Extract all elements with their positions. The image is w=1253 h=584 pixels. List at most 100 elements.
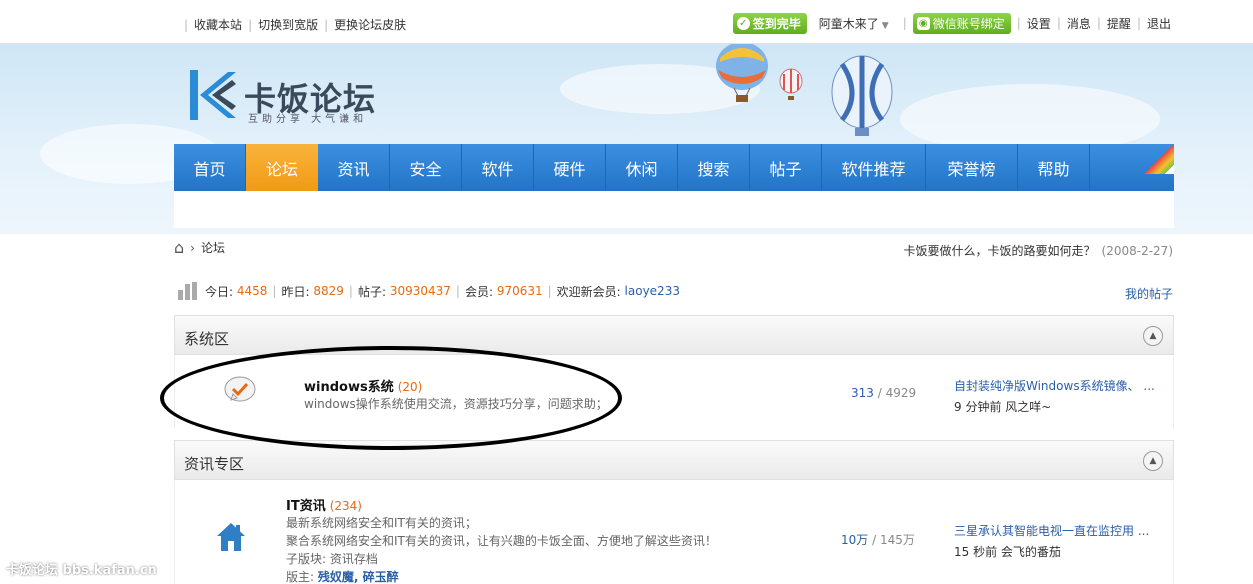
forum-today-count: (234) — [329, 499, 362, 513]
forum-desc-line: 聚合系统网络安全和IT有关的资讯，让有兴趣的卡饭全面、方便地了解这些资讯！ — [286, 534, 717, 548]
signin-badge[interactable]: ✓ 签到完毕 — [732, 12, 807, 34]
separator: | — [1136, 16, 1141, 30]
nav-hardware[interactable]: 硬件 — [534, 144, 606, 191]
nav-software[interactable]: 软件 — [462, 144, 534, 191]
collapse-icon[interactable]: ▲ — [1143, 451, 1163, 471]
forum-posts: / 145万 — [872, 533, 915, 547]
separator: | — [1016, 16, 1021, 30]
top-bar: | 收藏本站 | 切换到宽版 | 更换论坛皮肤 ✓ 签到完毕 阿童木来了 ▼ | … — [0, 0, 1253, 44]
moderators-label: 版主: — [286, 570, 315, 584]
reminders-link[interactable]: 提醒 — [1107, 15, 1131, 32]
check-icon: ✓ — [736, 16, 750, 30]
subforum-link[interactable]: 资讯存档 — [330, 552, 378, 566]
separator: | — [547, 284, 552, 298]
messages-link[interactable]: 消息 — [1067, 15, 1091, 32]
section-title: 资讯专区 — [184, 455, 245, 473]
switch-wide-link[interactable]: 切换到宽版 — [258, 16, 318, 33]
chevron-right-icon: › — [190, 240, 195, 255]
breadcrumb: ⌂ › 论坛 — [174, 238, 225, 257]
logo-slogan: 互助分享 大气谦和 — [248, 114, 368, 125]
announcement-text: 卡饭要做什么，卡饭的路要如何走？ — [903, 244, 1096, 258]
nav-forum[interactable]: 论坛 — [246, 144, 318, 191]
page-corner-decoration — [1144, 144, 1174, 174]
separator: | — [348, 284, 353, 298]
stats-welcome-label: 欢迎新会员: — [556, 284, 621, 299]
last-post: 自封装纯净版Windows系统镜像、 ... 9 分钟前 风之咩~ — [954, 377, 1155, 415]
forum-posts: / 4929 — [877, 386, 917, 400]
last-post-title[interactable]: 自封装纯净版Windows系统镜像、 ... — [954, 377, 1155, 394]
forum-title[interactable]: IT资讯 (234) — [286, 495, 362, 514]
collapse-icon[interactable]: ▲ — [1143, 326, 1163, 346]
separator: | — [248, 17, 253, 32]
change-skin-link[interactable]: 更换论坛皮肤 — [334, 16, 406, 33]
moderators-line: 版主: 残奴魔, 碎玉醉 — [286, 568, 717, 584]
main-nav: 首页 论坛 资讯 安全 软件 硬件 休闲 搜索 帖子 软件推荐 荣誉榜 帮助 — [174, 144, 1174, 191]
forum-stats: 今日: 4458 | 昨日: 8829 | 帖子: 30930437 | 会员:… — [178, 282, 680, 300]
last-post-meta[interactable]: 15 秒前 会飞的番茄 — [954, 543, 1149, 560]
announcement[interactable]: 卡饭要做什么，卡饭的路要如何走？ (2008-2-27) — [904, 242, 1173, 259]
sub-nav — [174, 191, 1174, 228]
nav-software-recommend[interactable]: 软件推荐 — [822, 144, 926, 191]
nav-search[interactable]: 搜索 — [678, 144, 750, 191]
nav-posts[interactable]: 帖子 — [750, 144, 822, 191]
separator: | — [272, 284, 277, 298]
wechat-label: 微信账号绑定 — [932, 16, 1005, 31]
separator: | — [184, 17, 189, 32]
nav-security[interactable]: 安全 — [390, 144, 462, 191]
separator: | — [902, 16, 907, 30]
stats-today: 4458 — [236, 284, 268, 298]
separator: | — [1096, 16, 1101, 30]
stats-members: 970631 — [496, 284, 543, 298]
chevron-down-icon: ▼ — [881, 20, 889, 31]
top-right-links: ✓ 签到完毕 阿童木来了 ▼ | ◉ 微信账号绑定 | 设置 | 消息 | 提醒 … — [732, 12, 1171, 34]
forum-name[interactable]: IT资讯 — [286, 499, 326, 514]
breadcrumb-current[interactable]: 论坛 — [201, 239, 225, 256]
subforum-line: 子版块: 资讯存档 — [286, 550, 717, 568]
wechat-bind-button[interactable]: ◉ 微信账号绑定 — [912, 12, 1011, 34]
subforum-label: 子版块: — [286, 552, 327, 566]
bookmark-site-link[interactable]: 收藏本站 — [194, 16, 242, 33]
top-left-links: | 收藏本站 | 切换到宽版 | 更换论坛皮肤 — [178, 16, 406, 33]
logout-link[interactable]: 退出 — [1147, 15, 1171, 32]
wechat-icon: ◉ — [916, 16, 930, 30]
username: 阿童木来了 — [818, 16, 879, 31]
separator: | — [324, 17, 329, 32]
home-forum-icon — [217, 523, 245, 551]
forum-desc-line: 最新系统网络安全和IT有关的资讯； — [286, 516, 477, 530]
nav-home[interactable]: 首页 — [174, 144, 246, 191]
username-menu[interactable]: 阿童木来了 ▼ — [819, 15, 889, 32]
separator: | — [1056, 16, 1061, 30]
balloons-illustration — [716, 44, 893, 136]
announcement-date: (2008-2-27) — [1101, 244, 1173, 258]
forum-threads: 313 — [851, 386, 874, 400]
last-post-meta[interactable]: 9 分钟前 风之咩~ — [954, 398, 1155, 415]
last-post-title[interactable]: 三星承认其智能电视一直在监控用 ... — [954, 522, 1149, 539]
stats-today-label: 今日: — [205, 284, 234, 299]
nav-help[interactable]: 帮助 — [1018, 144, 1090, 191]
newest-member-link[interactable]: laoye233 — [625, 284, 680, 298]
section-title: 系统区 — [184, 330, 230, 348]
moderators-links[interactable]: 残奴魔, 碎玉醉 — [318, 570, 399, 584]
home-icon[interactable]: ⌂ — [174, 238, 184, 257]
stats-posts: 30930437 — [389, 284, 451, 298]
stats-members-label: 会员: — [464, 284, 493, 299]
watermark: 卡饭论坛 bbs.kafan.cn — [6, 563, 157, 578]
my-posts-link[interactable]: 我的帖子 — [1125, 285, 1173, 302]
highlight-ellipse — [160, 346, 622, 450]
stats-yesterday: 8829 — [313, 284, 344, 298]
signin-label: 签到完毕 — [752, 16, 801, 31]
nav-honor-list[interactable]: 荣誉榜 — [926, 144, 1018, 191]
forum-threads: 10万 — [841, 533, 869, 547]
separator: | — [455, 284, 460, 298]
last-post: 三星承认其智能电视一直在监控用 ... 15 秒前 会飞的番茄 — [954, 522, 1149, 560]
stats-yesterday-label: 昨日: — [281, 284, 310, 299]
forum-stats-col: 10万 / 145万 — [841, 531, 915, 548]
stats-posts-label: 帖子: — [357, 284, 386, 299]
stats-chart-icon — [178, 282, 199, 300]
site-logo[interactable]: 卡饭论坛 互助分享 大气谦和 — [188, 70, 408, 126]
settings-link[interactable]: 设置 — [1027, 15, 1051, 32]
forum-stats-col: 313 / 4929 — [851, 386, 916, 400]
nav-news[interactable]: 资讯 — [318, 144, 390, 191]
nav-leisure[interactable]: 休闲 — [606, 144, 678, 191]
forum-row[interactable]: IT资讯 (234) 最新系统网络安全和IT有关的资讯； 聚合系统网络安全和IT有… — [174, 481, 1174, 584]
